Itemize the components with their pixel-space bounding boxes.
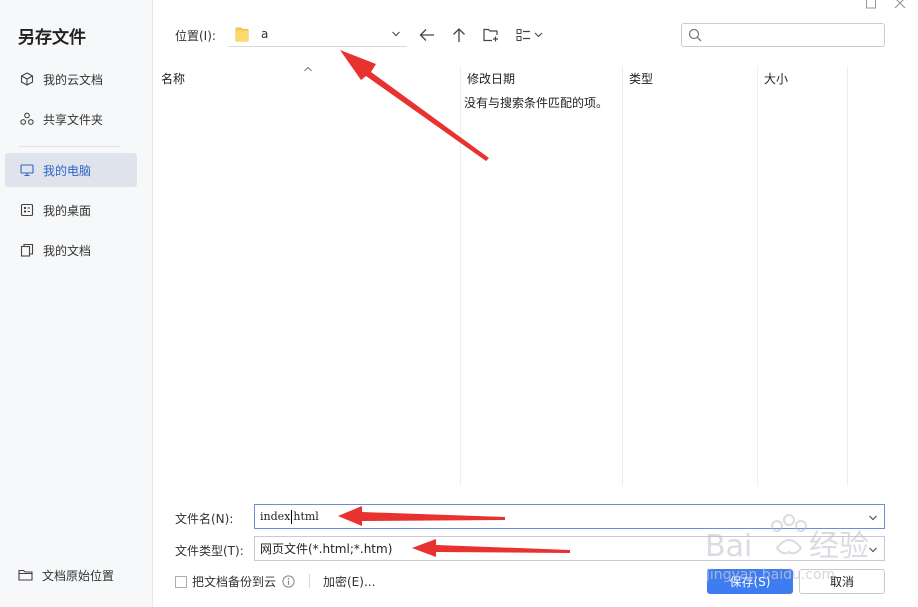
dialog-title: 另存文件 [18,28,86,48]
folder-icon [235,26,249,42]
column-header-type[interactable]: 类型 [629,70,653,87]
sidebar-item-label: 我的文档 [43,243,92,258]
sidebar-item-my-computer[interactable]: 我的电脑 [5,153,137,187]
sidebar-item-label: 共享文件夹 [43,112,104,127]
cancel-button[interactable]: 取消 [799,569,885,594]
sidebar-item-my-desktop[interactable]: 我的桌面 [5,193,137,227]
sidebar-item-label: 文档原始位置 [42,569,115,583]
sidebar-item-label: 我的云文档 [43,72,104,87]
location-label: 位置(I): [175,29,216,43]
info-icon[interactable] [282,575,295,588]
divider [309,574,310,588]
column-divider [622,66,623,486]
column-divider [757,66,758,486]
sidebar-item-shared-folder[interactable]: 共享文件夹 [5,102,137,136]
up-folder-button[interactable] [449,25,469,45]
maximize-icon [866,0,876,9]
location-dropdown[interactable]: a [228,22,407,47]
sidebar-item-label: 我的电脑 [43,163,92,178]
sidebar-item-my-documents[interactable]: 我的文档 [5,233,137,267]
column-divider [847,66,848,486]
shared-folder-icon [19,111,35,127]
save-button[interactable]: 保存(S) [707,569,793,594]
arrow-left-icon [419,29,434,41]
chevron-down-icon[interactable] [868,512,878,522]
back-button[interactable] [417,25,437,45]
sidebar-divider [18,146,120,147]
column-header-size[interactable]: 大小 [764,70,788,87]
column-header-name[interactable]: 名称 [161,70,185,87]
sidebar-item-cloud-docs[interactable]: 我的云文档 [5,62,137,96]
computer-icon [19,162,35,178]
backup-checkbox[interactable] [175,575,187,588]
backup-label[interactable]: 把文档备份到云 [192,573,276,590]
chevron-down-icon [391,28,401,38]
list-view-icon [516,29,543,41]
filename-label: 文件名(N): [175,512,234,526]
close-icon [894,0,906,9]
empty-list-message: 没有与搜索条件匹配的项。 [464,96,609,110]
cloud-doc-icon [19,71,35,87]
new-folder-icon [483,28,498,42]
arrow-up-icon [453,28,465,42]
view-mode-button[interactable] [515,25,547,45]
search-icon [688,28,702,42]
filetype-value: 网页文件(*.html;*.htm) [260,542,393,556]
sidebar-item-label: 我的桌面 [43,203,92,218]
desktop-icon [19,202,35,218]
search-input[interactable] [681,23,885,47]
text-caret [291,509,293,524]
file-list[interactable]: 名称 修改日期 类型 大小 没有与搜索条件匹配的项。 [157,66,849,486]
new-folder-button[interactable] [481,25,501,45]
folder-icon [18,568,34,584]
filetype-select[interactable]: 网页文件(*.html;*.htm) [254,536,885,561]
encrypt-link[interactable]: 加密(E)... [323,573,375,590]
filename-input[interactable]: index html [254,504,885,529]
sidebar-item-original-location[interactable]: 文档原始位置 [18,567,114,584]
sidebar: 另存文件 我的云文档 共享文件夹 我的电脑 我的桌面 我的文档 文档原始位置 [0,0,153,607]
backup-option: 把文档备份到云 [175,573,295,590]
filetype-label: 文件类型(T): [175,544,244,558]
filename-value-part1: index [260,510,291,523]
chevron-down-icon [868,544,878,554]
column-divider [460,66,461,486]
filename-value-part2: html [293,510,319,523]
location-value: a [261,27,269,41]
sort-ascending-icon [303,62,313,72]
close-button[interactable] [892,0,908,12]
column-header-modified[interactable]: 修改日期 [467,70,515,87]
documents-icon [19,242,35,258]
maximize-button[interactable] [863,0,879,12]
